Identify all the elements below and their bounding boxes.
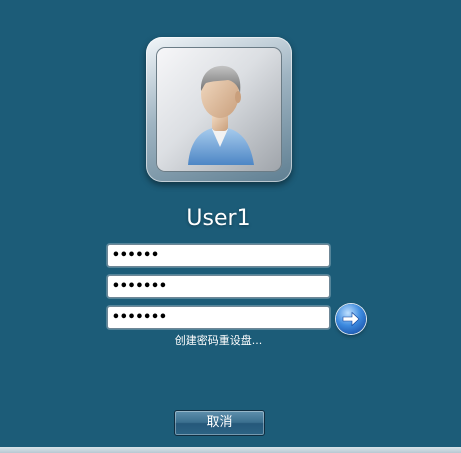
user-avatar — [156, 47, 282, 172]
bottom-strip — [0, 447, 461, 453]
password-field-1[interactable] — [107, 244, 330, 267]
cancel-button[interactable]: 取消 — [174, 410, 265, 436]
create-password-reset-disk-link[interactable]: 创建密码重设盘... — [107, 333, 330, 349]
password-field-3[interactable] — [107, 306, 330, 329]
arrow-right-icon — [342, 311, 360, 327]
username-label: User1 — [186, 206, 251, 231]
submit-button[interactable] — [336, 304, 366, 334]
user-avatar-icon — [188, 65, 254, 165]
password-field-2[interactable] — [107, 275, 330, 298]
user-avatar-frame — [146, 37, 292, 182]
